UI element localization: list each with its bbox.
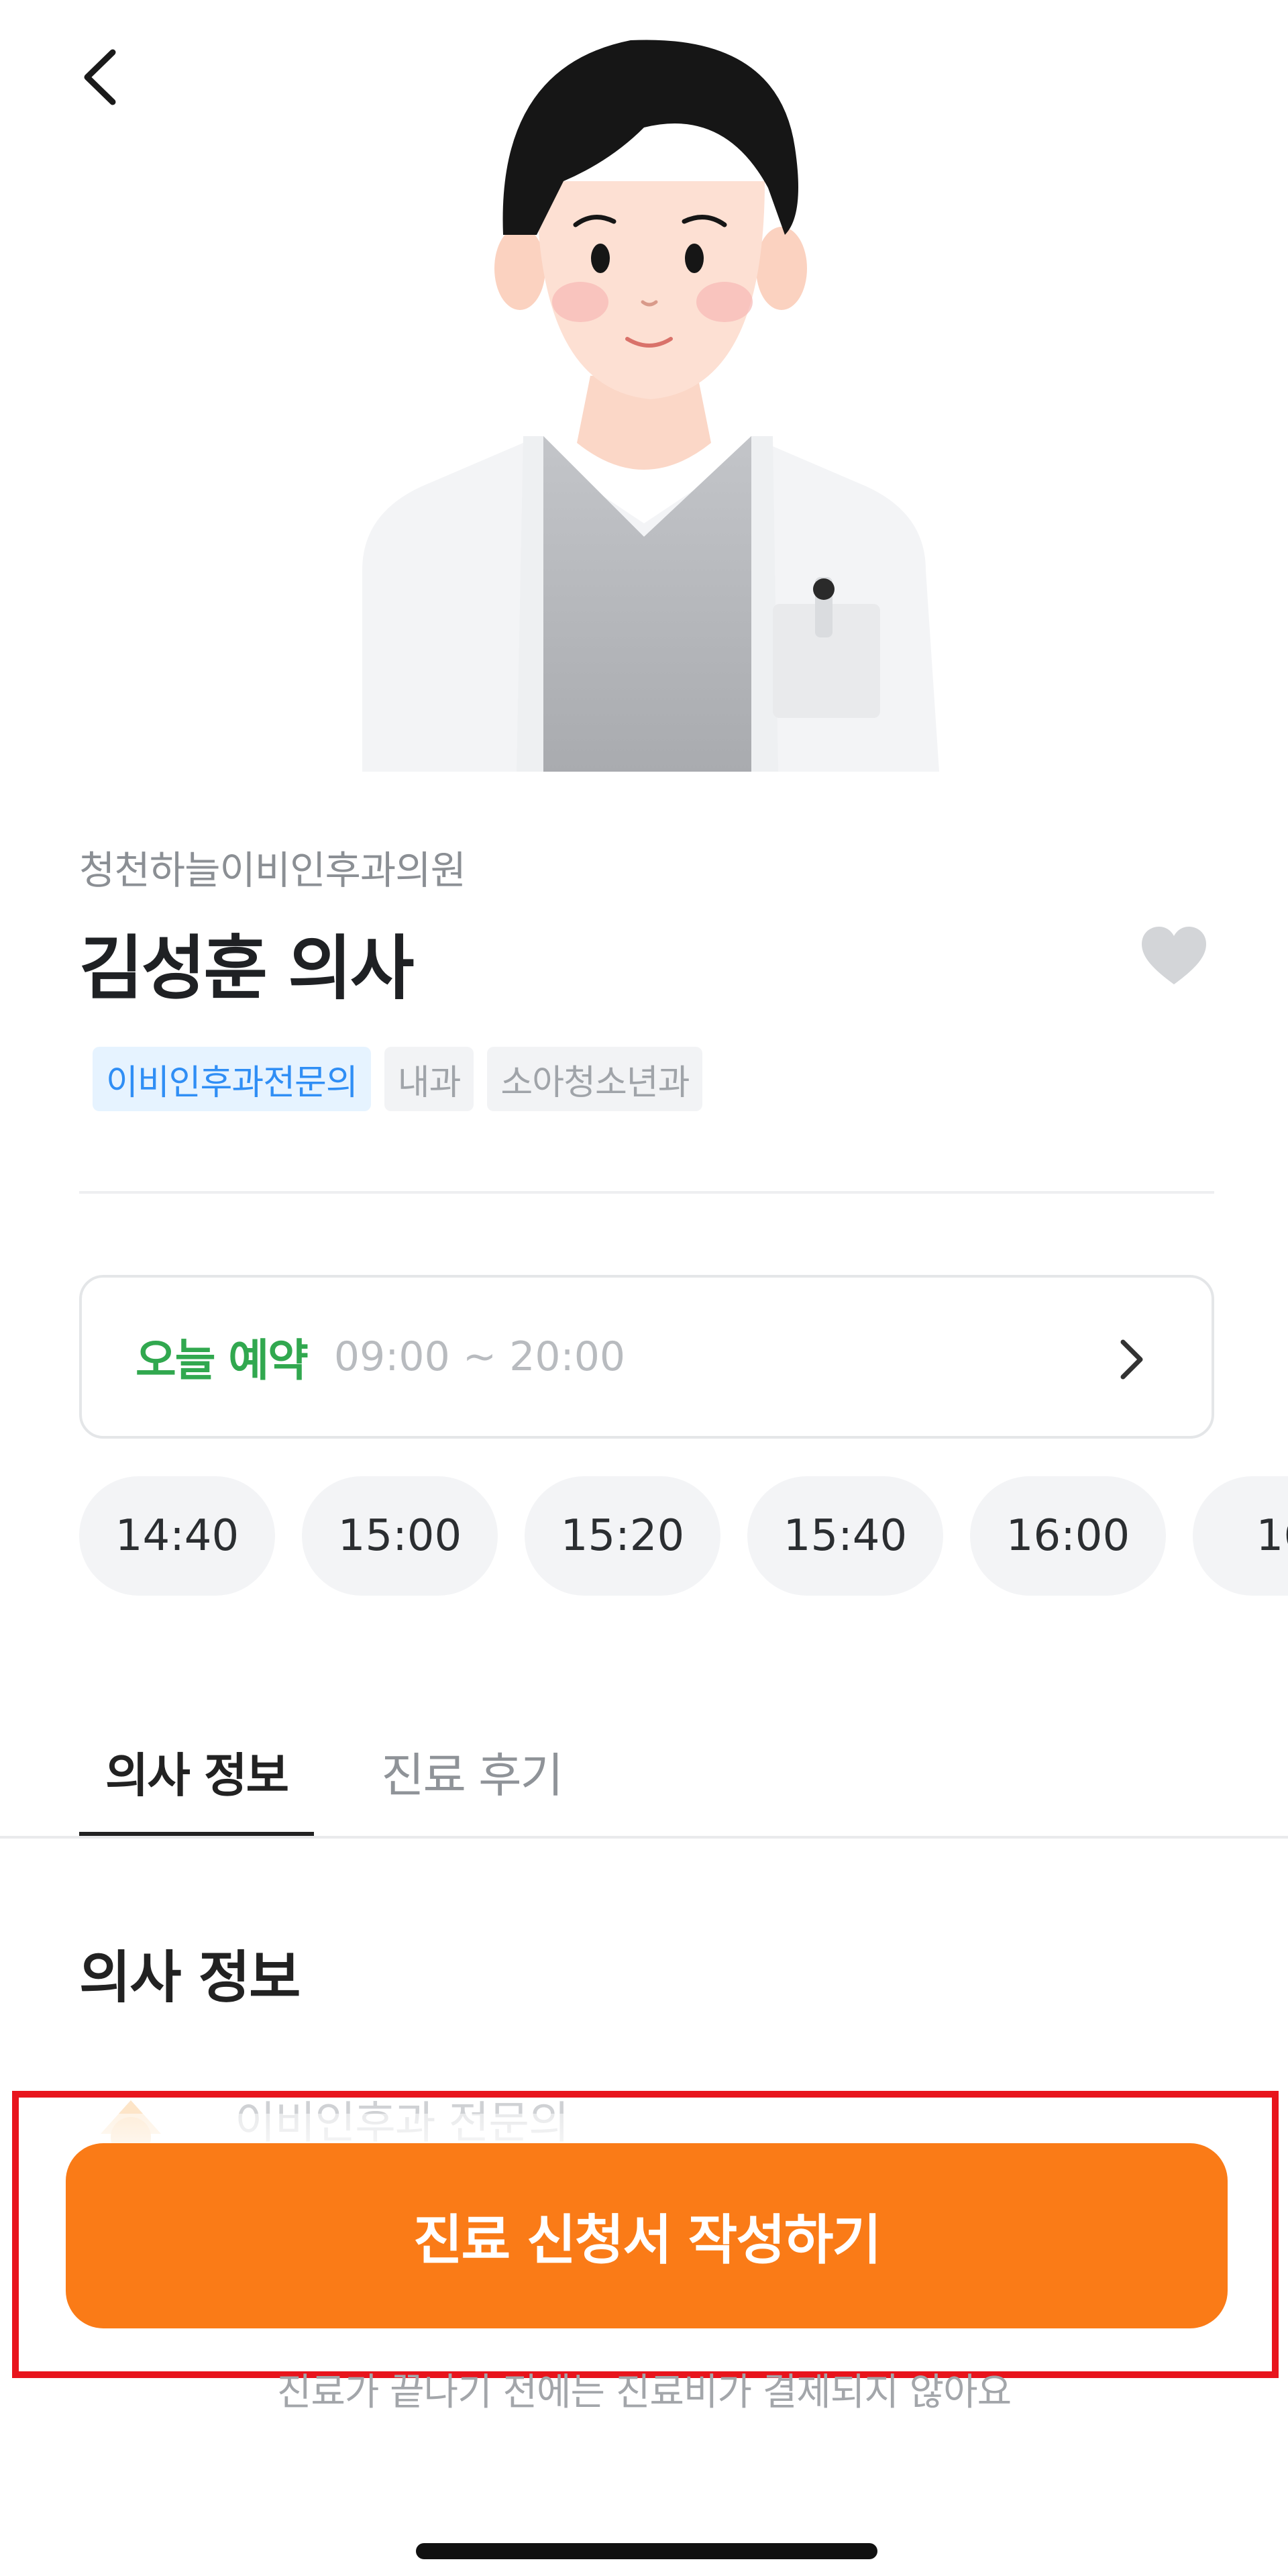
doctor-name: 김성훈 의사 xyxy=(79,927,415,1009)
tag-specialist: 이비인후과전문의 xyxy=(93,1047,371,1111)
divider xyxy=(79,1191,1214,1194)
reservation-hours: 09:00 ~ 20:00 xyxy=(333,1333,626,1380)
time-slot[interactable]: 15:40 xyxy=(747,1476,943,1596)
time-slot[interactable]: 16:00 xyxy=(970,1476,1166,1596)
heart-icon xyxy=(1142,927,1206,984)
back-button[interactable] xyxy=(67,40,134,114)
hospital-name: 청천하늘이비인후과의원 xyxy=(79,847,466,893)
tag-pediatrics: 소아청소년과 xyxy=(487,1047,703,1111)
tab-reviews[interactable]: 진료 후기 xyxy=(314,1724,629,1837)
home-indicator[interactable] xyxy=(416,2543,877,2559)
doctor-profile-page: 청천하늘이비인후과의원 김성훈 의사 이비인후과전문의 내과 소아청소년과 오늘… xyxy=(0,0,1288,2576)
chevron-left-icon xyxy=(84,49,116,105)
time-slot[interactable]: 15:20 xyxy=(525,1476,720,1596)
today-reservation-button[interactable]: 오늘 예약 09:00 ~ 20:00 xyxy=(79,1275,1214,1439)
highlight-box xyxy=(12,2091,1279,2378)
section-title: 의사 정보 xyxy=(79,1945,301,2010)
time-slot[interactable]: 15:00 xyxy=(302,1476,498,1596)
chevron-right-icon xyxy=(1120,1339,1143,1380)
time-slot-list: 14:40 15:00 15:20 15:40 16:00 16: xyxy=(79,1476,1288,1597)
time-slot[interactable]: 16: xyxy=(1193,1476,1288,1596)
doctor-illustration xyxy=(295,13,993,772)
payment-note: 진료가 끝나기 전에는 진료비가 결제되지 않아요 xyxy=(276,2371,1012,2414)
favorite-button[interactable] xyxy=(1134,919,1214,993)
tab-bar: 의사 정보 진료 후기 xyxy=(79,1724,629,1837)
reservation-label: 오늘 예약 xyxy=(136,1335,309,1386)
tab-doctor-info[interactable]: 의사 정보 xyxy=(79,1724,314,1837)
tab-divider xyxy=(0,1836,1288,1839)
tag-internal-medicine: 내과 xyxy=(384,1047,474,1111)
time-slot[interactable]: 14:40 xyxy=(79,1476,275,1596)
specialty-tags: 이비인후과전문의 내과 소아청소년과 xyxy=(93,1047,703,1111)
